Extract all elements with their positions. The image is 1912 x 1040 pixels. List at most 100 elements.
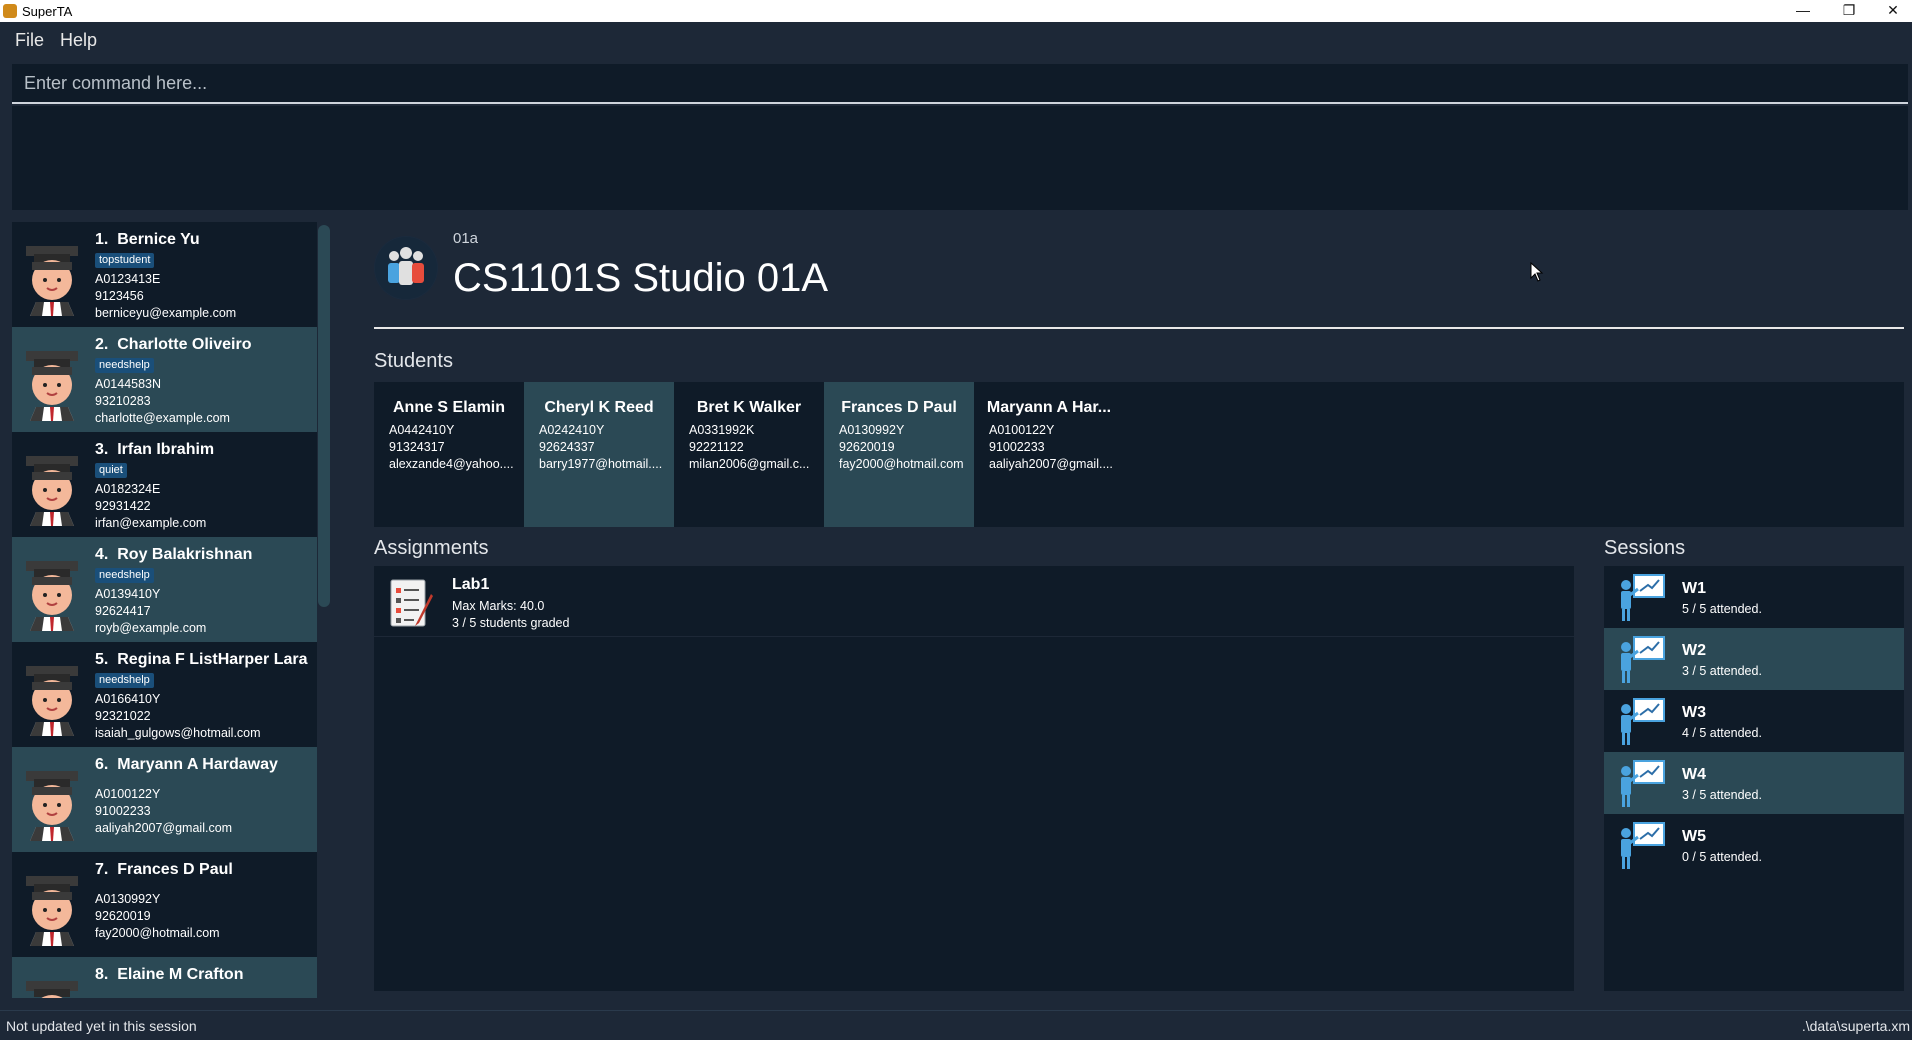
person-phone: 92620019 xyxy=(95,909,151,923)
assignment-title: Lab1 xyxy=(452,576,490,593)
person-email: royb@example.com xyxy=(95,621,207,635)
student-avatar-icon xyxy=(26,981,78,998)
student-card[interactable]: Cheryl K Reed A0242410Y 92624337 barry19… xyxy=(524,382,674,527)
person-list: 1. Bernice Yu topstudent A0123413E 91234… xyxy=(12,222,317,998)
student-phone: 92624337 xyxy=(539,440,595,454)
person-name: 8. Elaine M Crafton xyxy=(95,966,244,983)
presenter-board-icon xyxy=(1621,574,1665,621)
student-phone: 91324317 xyxy=(389,440,445,454)
student-id: A0331992K xyxy=(689,423,755,437)
person-card[interactable]: 7. Frances D Paul A0130992Y 92620019 fay… xyxy=(12,852,317,957)
person-email: isaiah_gulgows@hotmail.com xyxy=(95,726,261,740)
person-tag: topstudent xyxy=(95,253,155,268)
student-id: A0130992Y xyxy=(839,423,905,437)
student-email: milan2006@gmail.c... xyxy=(689,457,810,471)
student-avatar-icon xyxy=(26,666,78,736)
student-name: Maryann A Har... xyxy=(986,399,1112,416)
person-name: 4. Roy Balakrishnan xyxy=(95,546,253,563)
assignment-max-marks: Max Marks: 40.0 xyxy=(452,599,545,613)
student-phone: 91002233 xyxy=(989,440,1045,454)
sessions-heading: Sessions xyxy=(1604,537,1686,559)
student-name: Bret K Walker xyxy=(696,399,802,416)
command-input[interactable] xyxy=(12,64,1908,102)
sessions-panel: W1 5 / 5 attended. W2 3 / 5 attended. W3… xyxy=(1604,566,1904,991)
person-phone: 9123456 xyxy=(95,289,144,303)
session-attendance: 3 / 5 attended. xyxy=(1682,664,1762,678)
person-card[interactable]: 2. Charlotte Oliveiro needshelp A0144583… xyxy=(12,327,317,432)
person-email: berniceyu@example.com xyxy=(95,306,237,320)
status-bar: Not updated yet in this session .\data\s… xyxy=(0,1010,1912,1040)
minimize-button[interactable]: — xyxy=(1780,0,1826,22)
group-people-icon xyxy=(374,236,438,300)
student-email: alexzande4@yahoo.... xyxy=(389,457,514,471)
close-button[interactable]: ✕ xyxy=(1870,0,1912,22)
session-card[interactable]: W3 4 / 5 attended. xyxy=(1604,690,1904,752)
students-heading: Students xyxy=(374,350,453,372)
students-panel: Anne S Elamin A0442410Y 91324317 alexzan… xyxy=(374,382,1904,527)
person-name: 2. Charlotte Oliveiro xyxy=(95,336,252,353)
assignment-card[interactable]: Lab1 Max Marks: 40.0 3 / 5 students grad… xyxy=(374,566,1574,637)
session-attendance: 3 / 5 attended. xyxy=(1682,788,1762,802)
person-tag: needshelp xyxy=(95,358,154,373)
person-card[interactable]: 6. Maryann A Hardaway A0100122Y 91002233… xyxy=(12,747,317,852)
student-avatar-icon xyxy=(26,351,78,421)
student-card[interactable]: Frances D Paul A0130992Y 92620019 fay200… xyxy=(824,382,974,527)
mouse-cursor-icon xyxy=(1530,262,1544,282)
presenter-board-icon xyxy=(1621,760,1665,807)
student-avatar-icon xyxy=(26,246,78,316)
student-id: A0100122Y xyxy=(989,423,1055,437)
title-bar: SuperTA — ❐ ✕ xyxy=(0,0,1912,22)
person-tag: quiet xyxy=(95,463,127,478)
person-list-scrollbar[interactable] xyxy=(318,225,330,607)
student-id: A0242410Y xyxy=(539,423,605,437)
sync-status-text: Not updated yet in this session xyxy=(6,1018,197,1034)
session-title: W1 xyxy=(1682,580,1706,597)
app-logo-icon xyxy=(3,4,17,18)
session-card[interactable]: W1 5 / 5 attended. xyxy=(1604,566,1904,628)
person-student-id: A0144583N xyxy=(95,377,162,391)
save-location-text: .\data\superta.xm xyxy=(1801,1018,1910,1034)
session-card[interactable]: W4 3 / 5 attended. xyxy=(1604,752,1904,814)
student-avatar-icon xyxy=(26,876,78,946)
window-title: SuperTA xyxy=(22,4,73,19)
person-phone: 92624417 xyxy=(95,604,151,618)
menu-file[interactable]: File xyxy=(15,30,44,51)
person-card[interactable]: 3. Irfan Ibrahim quiet A0182324E 9293142… xyxy=(12,432,317,537)
session-attendance: 4 / 5 attended. xyxy=(1682,726,1762,740)
session-title: W3 xyxy=(1682,704,1706,721)
presenter-board-icon xyxy=(1621,698,1665,745)
person-name: 7. Frances D Paul xyxy=(95,861,233,878)
person-phone: 92321022 xyxy=(95,709,151,723)
command-box xyxy=(12,64,1908,104)
student-card[interactable]: Bret K Walker A0331992K 92221122 milan20… xyxy=(674,382,824,527)
person-student-id: A0123413E xyxy=(95,272,161,286)
restore-button[interactable]: ❐ xyxy=(1826,0,1872,22)
assignment-checklist-icon xyxy=(390,579,433,627)
person-student-id: A0130992Y xyxy=(95,892,161,906)
student-email: aaliyah2007@gmail.... xyxy=(989,457,1113,471)
student-avatar-icon xyxy=(26,771,78,841)
session-card[interactable]: W2 3 / 5 attended. xyxy=(1604,628,1904,690)
result-display xyxy=(12,106,1908,210)
session-title: W2 xyxy=(1682,642,1706,659)
person-card[interactable]: 4. Roy Balakrishnan needshelp A0139410Y … xyxy=(12,537,317,642)
student-name: Frances D Paul xyxy=(841,399,957,416)
header-divider xyxy=(374,327,1904,329)
session-card[interactable]: W5 0 / 5 attended. xyxy=(1604,814,1904,876)
menu-bar: File Help xyxy=(0,22,1912,58)
person-email: fay2000@hotmail.com xyxy=(95,926,220,940)
person-card[interactable]: 1. Bernice Yu topstudent A0123413E 91234… xyxy=(12,222,317,327)
session-attendance: 0 / 5 attended. xyxy=(1682,850,1762,864)
student-card[interactable]: Maryann A Har... A0100122Y 91002233 aali… xyxy=(974,382,1124,527)
person-email: irfan@example.com xyxy=(95,516,207,530)
student-email: fay2000@hotmail.com xyxy=(839,457,964,471)
student-phone: 92221122 xyxy=(689,440,744,454)
person-name: 1. Bernice Yu xyxy=(95,231,200,248)
session-title: W5 xyxy=(1682,828,1706,845)
person-card[interactable]: 5. Regina F ListHarper Lara needshelp A0… xyxy=(12,642,317,747)
person-card[interactable]: 8. Elaine M Crafton xyxy=(12,957,317,998)
student-card[interactable]: Anne S Elamin A0442410Y 91324317 alexzan… xyxy=(374,382,524,527)
person-name: 5. Regina F ListHarper Lara xyxy=(95,651,308,668)
menu-help[interactable]: Help xyxy=(60,30,97,51)
presenter-board-icon xyxy=(1621,636,1665,683)
